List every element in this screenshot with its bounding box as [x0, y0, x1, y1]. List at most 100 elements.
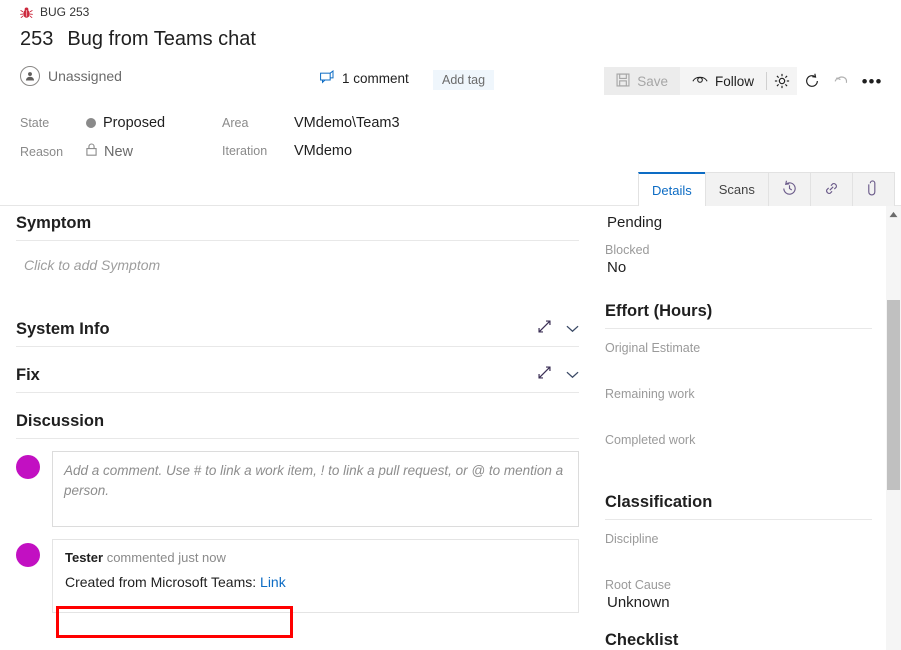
discussion-list: Add a comment. Use # to link a work item…	[0, 451, 595, 613]
comment-author[interactable]: Tester	[65, 550, 103, 565]
field-reason-value-wrap: New	[86, 143, 133, 160]
save-icon	[616, 73, 630, 90]
expand-icon[interactable]	[537, 365, 552, 385]
classification-section-title: Classification	[605, 493, 872, 512]
chevron-down-icon[interactable]	[566, 366, 579, 384]
work-item-fields: State Proposed Reason New Area VMdemo\Te…	[0, 101, 901, 169]
expand-icon[interactable]	[537, 319, 552, 339]
remaining-work-value[interactable]	[605, 401, 872, 421]
more-actions-label: •••	[854, 73, 891, 90]
tab-scans-label: Scans	[719, 182, 755, 197]
work-item-header: BUG 253 253 Bug from Teams chat Unassign…	[0, 0, 901, 101]
section-system-info-actions	[537, 319, 579, 339]
gear-icon[interactable]	[767, 67, 797, 95]
field-state[interactable]: State Proposed	[20, 115, 165, 131]
follow-label: Follow	[715, 74, 754, 89]
save-button[interactable]: Save	[604, 67, 680, 95]
side-details-pane: Pending Blocked No Effort (Hours) Origin…	[595, 206, 886, 650]
comment-meta: Tester commented just now	[65, 550, 566, 565]
breadcrumb-label: BUG 253	[40, 5, 89, 19]
bug-icon	[20, 6, 33, 19]
field-state-label: State	[20, 116, 86, 130]
completed-work-label: Completed work	[605, 433, 872, 447]
field-reason[interactable]: Reason New	[20, 143, 133, 160]
field-state-value-wrap: Proposed	[86, 115, 165, 131]
detail-tabs: Details Scans	[638, 172, 894, 206]
comment-count-label: 1 comment	[342, 71, 409, 86]
comment-timestamp: commented just now	[107, 550, 226, 565]
work-item-id: 253	[20, 28, 53, 51]
state-dot-icon	[86, 118, 96, 128]
classification-section-rule	[605, 519, 872, 520]
link-icon	[823, 180, 840, 200]
refresh-icon[interactable]	[797, 67, 827, 95]
breadcrumb[interactable]: BUG 253	[20, 5, 89, 19]
tab-links[interactable]	[810, 172, 853, 206]
work-item-toolbar: Save Follow	[604, 67, 887, 95]
follow-group: Follow	[680, 67, 797, 95]
discipline-value[interactable]	[605, 546, 872, 566]
field-iteration-label: Iteration	[222, 144, 294, 158]
field-iteration[interactable]: Iteration VMdemo	[222, 143, 352, 159]
original-estimate-value[interactable]	[605, 355, 872, 375]
blocked-value[interactable]: No	[605, 257, 872, 276]
original-estimate-label: Original Estimate	[605, 341, 872, 355]
section-fix-actions	[537, 365, 579, 385]
tab-attachments[interactable]	[852, 172, 895, 206]
root-cause-label: Root Cause	[605, 578, 872, 592]
history-icon	[781, 180, 798, 200]
assigned-to-field[interactable]: Unassigned	[20, 66, 122, 86]
section-discussion-header: Discussion	[0, 404, 595, 438]
more-actions-button[interactable]: •••	[857, 67, 887, 95]
page-title[interactable]: Bug from Teams chat	[67, 28, 256, 51]
section-system-info-header[interactable]: System Info	[0, 312, 595, 346]
root-cause-value[interactable]: Unknown	[605, 592, 872, 611]
scroll-up-arrow-icon[interactable]	[886, 206, 901, 222]
assigned-to-label: Unassigned	[48, 68, 122, 84]
field-reason-label: Reason	[20, 145, 86, 159]
section-fix-header[interactable]: Fix	[0, 358, 595, 392]
tab-scans[interactable]: Scans	[705, 172, 769, 206]
section-symptom-title: Symptom	[16, 214, 91, 233]
symptom-input[interactable]: Click to add Symptom	[0, 241, 595, 273]
section-fix-rule	[16, 392, 579, 393]
section-discussion-rule	[16, 438, 579, 439]
effort-section-rule	[605, 328, 872, 329]
comment-count[interactable]: 1 comment	[320, 70, 409, 87]
field-iteration-value: VMdemo	[294, 143, 352, 159]
comment-text-wrap: Created from Microsoft Teams: Link	[65, 574, 286, 590]
field-area-value: VMdemo\Team3	[294, 115, 400, 131]
section-system-info-rule	[16, 346, 579, 347]
comment-card: Tester commented just now Created from M…	[52, 539, 579, 613]
discipline-label: Discipline	[605, 532, 872, 546]
section-symptom-header: Symptom	[0, 206, 595, 240]
section-system-info-title: System Info	[16, 320, 110, 339]
vertical-scrollbar[interactable]	[886, 206, 901, 650]
field-reason-value: New	[104, 144, 133, 160]
completed-work-value[interactable]	[605, 447, 872, 467]
follow-button[interactable]: Follow	[680, 67, 766, 95]
effort-section-title: Effort (Hours)	[605, 302, 872, 321]
title-row: 253 Bug from Teams chat	[20, 28, 256, 51]
save-label: Save	[637, 74, 668, 89]
avatar	[16, 543, 40, 567]
avatar	[16, 455, 40, 479]
chevron-down-icon[interactable]	[566, 320, 579, 338]
remaining-work-label: Remaining work	[605, 387, 872, 401]
undo-icon[interactable]	[827, 67, 857, 95]
checklist-section-title: Checklist	[605, 631, 872, 650]
details-pane: Symptom Click to add Symptom System Info	[0, 206, 595, 650]
tab-details[interactable]: Details	[638, 172, 706, 206]
person-icon	[20, 66, 40, 86]
work-item-page: BUG 253 253 Bug from Teams chat Unassign…	[0, 0, 901, 650]
comment-bubble-icon	[320, 70, 335, 87]
scrollbar-thumb[interactable]	[887, 300, 900, 490]
add-tag-button[interactable]: Add tag	[433, 70, 494, 90]
tab-details-label: Details	[652, 183, 692, 198]
tab-history[interactable]	[768, 172, 811, 206]
section-discussion-title: Discussion	[16, 412, 104, 431]
comment-item: Tester commented just now Created from M…	[16, 539, 579, 613]
field-area[interactable]: Area VMdemo\Team3	[222, 115, 400, 131]
comment-input[interactable]: Add a comment. Use # to link a work item…	[52, 451, 579, 527]
teams-link[interactable]: Link	[260, 574, 286, 590]
